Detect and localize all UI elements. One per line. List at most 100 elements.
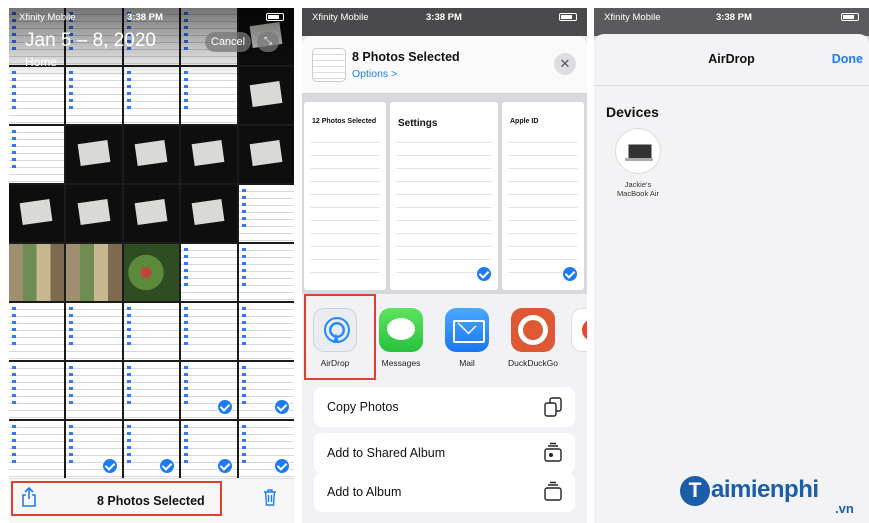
- photo-thumbnail[interactable]: [123, 185, 180, 242]
- photo-thumbnail[interactable]: [9, 244, 65, 301]
- carrier-label: Xfinity Mobile: [604, 12, 661, 23]
- photo-thumbnail[interactable]: [238, 244, 294, 301]
- battery-icon: [841, 13, 859, 21]
- logo-tld: .vn: [835, 501, 854, 516]
- airdrop-device[interactable]: Jackie's MacBook Air: [610, 128, 666, 198]
- messages-icon: [379, 308, 423, 352]
- photo-thumbnail[interactable]: [66, 244, 122, 301]
- home-back-link[interactable]: Home: [25, 55, 57, 69]
- carrier-label: Xfinity Mobile: [312, 12, 369, 23]
- airdrop-title: AirDrop: [708, 52, 755, 66]
- selection-thumbnail: [312, 48, 346, 82]
- more-app-icon: [571, 308, 587, 352]
- photo-thumbnail[interactable]: [181, 303, 237, 360]
- battery-icon: [266, 13, 284, 21]
- photo-thumbnail[interactable]: [123, 244, 180, 301]
- photo-thumbnail[interactable]: [181, 362, 237, 419]
- zoom-toggle-icon[interactable]: ⤡: [257, 32, 279, 52]
- shared-album-icon: [544, 442, 562, 462]
- logo-mark: T: [680, 476, 710, 506]
- trash-icon[interactable]: [263, 488, 277, 506]
- photo-thumbnail[interactable]: [181, 421, 237, 478]
- photo-thumbnail[interactable]: [66, 126, 122, 183]
- photo-thumbnail[interactable]: [181, 185, 237, 242]
- screenshot-stage: Xfinity Mobile 3:38 PM Jan 5 – 8, 2020 H…: [0, 0, 869, 523]
- album-icon: [544, 481, 562, 501]
- preview-lines: [508, 130, 578, 284]
- app-label: Messages: [381, 358, 421, 368]
- battery-icon: [559, 13, 577, 21]
- photo-thumbnail[interactable]: [123, 303, 180, 360]
- done-button[interactable]: Done: [832, 52, 863, 66]
- duckduckgo-app-button[interactable]: DuckDuckGo: [504, 308, 562, 368]
- airdrop-sheet: AirDrop Done Devices Jackie's MacBook Ai…: [594, 34, 869, 523]
- copy-photos-action[interactable]: Copy Photos: [314, 387, 575, 427]
- share-sheet-title: 8 Photos Selected: [352, 50, 460, 64]
- cancel-button[interactable]: Cancel: [205, 32, 251, 52]
- status-bar: Xfinity Mobile 3:38 PM: [302, 8, 587, 36]
- photo-thumbnail[interactable]: [9, 303, 65, 360]
- photo-thumbnail[interactable]: [66, 362, 122, 419]
- mail-icon: [445, 308, 489, 352]
- status-bar: Xfinity Mobile 3:38 PM: [9, 8, 294, 28]
- photo-thumbnail[interactable]: [238, 362, 294, 419]
- highlight-box: [304, 294, 376, 380]
- photo-thumbnail[interactable]: [181, 126, 237, 183]
- preview-title: Settings: [398, 118, 438, 129]
- selected-check-icon: [101, 458, 118, 474]
- photo-thumbnail[interactable]: [123, 362, 180, 419]
- action-label: Copy Photos: [327, 400, 399, 414]
- selected-check-icon: [216, 399, 233, 415]
- selected-count-label: 8 Photos Selected: [97, 494, 205, 508]
- photo-thumbnail[interactable]: [9, 421, 65, 478]
- logo-wordmark: aimienphi: [711, 476, 819, 503]
- bottom-toolbar: 8 Photos Selected: [9, 478, 294, 523]
- photo-thumbnail[interactable]: [123, 126, 180, 183]
- action-label: Add to Album: [327, 485, 402, 499]
- photo-grid: [9, 8, 294, 478]
- more-app-button[interactable]: [564, 308, 587, 352]
- device-name-line: Jackie's: [624, 180, 652, 189]
- action-label: Add to Shared Album: [327, 446, 446, 460]
- photo-thumbnail[interactable]: [9, 185, 65, 242]
- preview-lines: [396, 130, 492, 284]
- mail-app-button[interactable]: Mail: [438, 308, 496, 368]
- clock: 3:38 PM: [127, 12, 163, 23]
- carrier-label: Xfinity Mobile: [19, 12, 76, 23]
- close-button[interactable]: ✕: [554, 53, 576, 75]
- add-to-shared-album-action[interactable]: Add to Shared Album: [314, 433, 575, 473]
- laptop-icon: [615, 128, 661, 174]
- devices-heading: Devices: [606, 104, 659, 120]
- selected-check-icon: [274, 458, 290, 474]
- duckduckgo-icon: [511, 308, 555, 352]
- photo-thumbnail[interactable]: [9, 362, 65, 419]
- add-to-album-action[interactable]: Add to Album: [314, 472, 575, 512]
- share-sheet-panel: Xfinity Mobile 3:38 PM 8 Photos Selected…: [302, 8, 587, 523]
- photo-thumbnail[interactable]: [66, 421, 122, 478]
- photo-thumbnail[interactable]: [238, 126, 294, 183]
- photo-thumbnail[interactable]: [66, 303, 122, 360]
- device-name-line: MacBook Air: [616, 189, 660, 198]
- photo-thumbnail[interactable]: [238, 185, 294, 242]
- preview-card: 12 Photos Selected: [304, 102, 386, 290]
- copy-icon: [544, 397, 562, 417]
- photos-panel: Xfinity Mobile 3:38 PM Jan 5 – 8, 2020 H…: [9, 8, 294, 523]
- preview-title: Apple ID: [510, 118, 539, 125]
- preview-strip: 12 Photos Selected Settings Apple ID: [302, 94, 587, 294]
- app-label: Mail: [459, 358, 475, 368]
- photo-thumbnail[interactable]: [9, 126, 65, 183]
- share-icon[interactable]: [21, 487, 37, 507]
- clock: 3:38 PM: [716, 12, 752, 23]
- messages-app-button[interactable]: Messages: [372, 308, 430, 368]
- airdrop-header: AirDrop Done: [594, 34, 869, 86]
- options-link[interactable]: Options >: [352, 68, 397, 80]
- photo-thumbnail[interactable]: [123, 421, 180, 478]
- photo-thumbnail[interactable]: [238, 421, 294, 478]
- photo-thumbnail[interactable]: [238, 303, 294, 360]
- photo-thumbnail[interactable]: [181, 244, 237, 301]
- app-label: DuckDuckGo: [507, 358, 559, 368]
- share-sheet-header: 8 Photos Selected Options > ✕: [302, 36, 587, 94]
- selected-check-icon: [159, 458, 176, 474]
- selected-check-icon: [216, 458, 233, 474]
- photo-thumbnail[interactable]: [66, 185, 122, 242]
